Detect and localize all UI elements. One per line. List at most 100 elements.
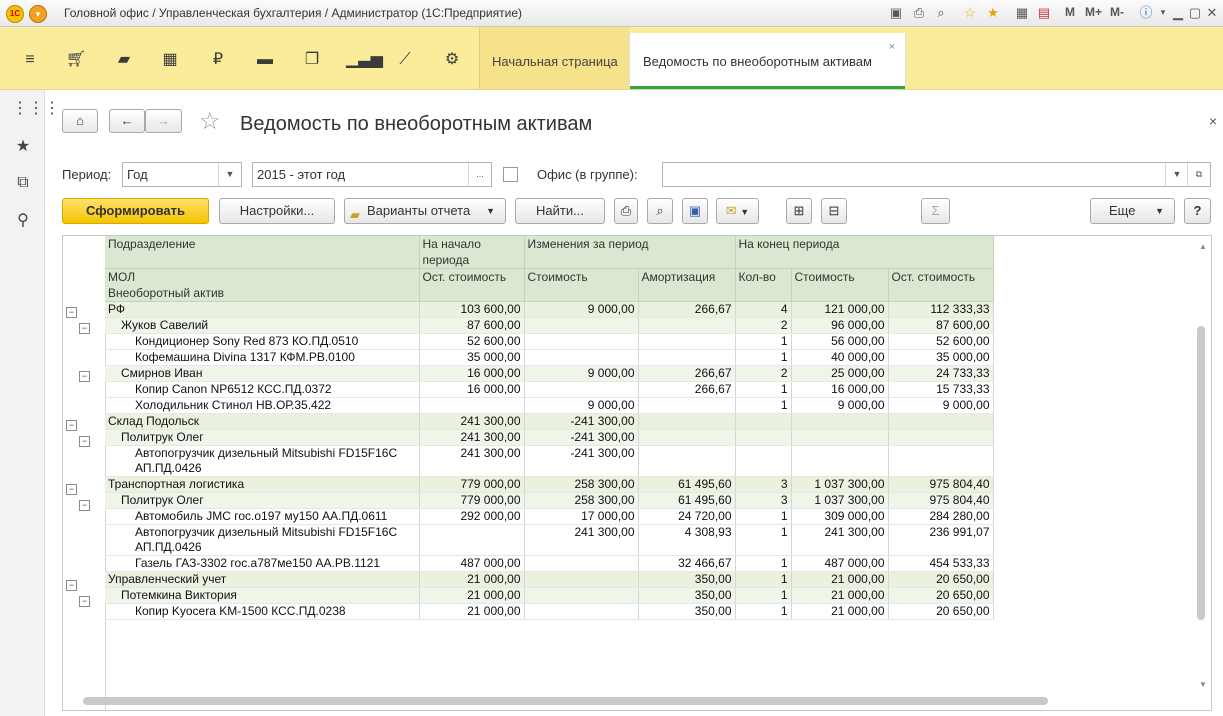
- favorites-add-icon[interactable]: ☆: [962, 4, 978, 21]
- info-dropdown-icon[interactable]: ▾: [1155, 4, 1171, 21]
- row-name: Газель ГАЗ-3302 гос.а787ме150 АА.РВ.1121: [135, 556, 381, 570]
- trend-icon[interactable]: ⟋: [393, 48, 417, 72]
- main-menu-button[interactable]: ▾: [29, 5, 47, 23]
- scroll-up-icon[interactable]: ▲: [1199, 242, 1207, 251]
- table-row[interactable]: Управленческий учет 21 000,00 350,00 1 21 00…: [105, 571, 994, 588]
- expand-groups-button[interactable]: ⊞: [786, 198, 812, 224]
- chart-icon[interactable]: ▁▃▅: [346, 48, 383, 72]
- find-button[interactable]: Найти...: [515, 198, 605, 224]
- table-row[interactable]: Политрук Олег 241 300,00 -241 300,00: [105, 429, 994, 446]
- favorites-icon[interactable]: ★: [985, 4, 1001, 21]
- period-select-button[interactable]: ...: [468, 163, 491, 186]
- collapse-toggle-podolsk[interactable]: −: [66, 420, 77, 431]
- more-button[interactable]: Еще ▼: [1090, 198, 1175, 224]
- table-row[interactable]: РФ 103 600,00 9 000,00 266,67 4 121 000,00 112…: [105, 301, 994, 318]
- office-dropdown-icon[interactable]: ▼: [1165, 163, 1188, 186]
- vertical-scrollbar[interactable]: [1197, 326, 1205, 620]
- period-type-select[interactable]: Год ▼: [122, 162, 242, 187]
- collapse-toggle-smirnov[interactable]: −: [79, 371, 90, 382]
- tab-home-page[interactable]: Начальная страница: [479, 27, 629, 89]
- history-icon[interactable]: ⧉: [12, 174, 34, 196]
- table-row[interactable]: Транспортная логистика 779 000,00 258 300,…: [105, 476, 994, 493]
- office-field[interactable]: ▼ ⧉: [662, 162, 1211, 187]
- cell-qty: 3: [735, 492, 792, 509]
- table-row[interactable]: Кондиционер Sony Red 873 КО.ПД.0510 52 60…: [105, 333, 994, 350]
- favorites-star-icon[interactable]: ★: [12, 136, 34, 158]
- cell-amort: [638, 317, 736, 334]
- row-name: Автопогрузчик дизельный Mitsubishi FD15F…: [135, 525, 398, 539]
- forward-button[interactable]: →: [145, 109, 182, 133]
- cell-cost: 258 300,00: [524, 476, 639, 493]
- table-row[interactable]: Политрук Олег 779 000,00 258 300,00 61 495,…: [105, 492, 994, 509]
- memory-mplus-button[interactable]: M+: [1085, 5, 1102, 19]
- memory-m-button[interactable]: M: [1065, 5, 1075, 19]
- horizontal-scrollbar[interactable]: [83, 697, 1048, 705]
- collapse-toggle-potemkina[interactable]: −: [79, 596, 90, 607]
- info-icon[interactable]: ⓘ: [1138, 4, 1154, 21]
- save-icon[interactable]: ▣: [888, 4, 904, 21]
- report-table[interactable]: − − − − − − − − − Подразделение На начал…: [62, 235, 1212, 711]
- menu-icon[interactable]: ≡: [18, 48, 42, 72]
- calculator-icon[interactable]: ▦: [1014, 4, 1030, 21]
- collapse-groups-button[interactable]: ⊟: [821, 198, 847, 224]
- save-button[interactable]: ▣: [682, 198, 708, 224]
- cell-start: 779 000,00: [419, 476, 525, 493]
- table-row[interactable]: Автомобиль JMC гос.о197 му150 АА.ПД.0611…: [105, 508, 994, 525]
- table-row[interactable]: Жуков Савелий 87 600,00 2 96 000,00 87 600,0…: [105, 317, 994, 334]
- bag-icon[interactable]: ▰: [112, 48, 136, 72]
- money-icon[interactable]: ₽: [206, 48, 230, 72]
- collapse-toggle-zhukov[interactable]: −: [79, 323, 90, 334]
- sum-button[interactable]: Σ: [921, 198, 950, 224]
- scroll-down-icon[interactable]: ▼: [1199, 680, 1207, 689]
- chevron-down-icon[interactable]: ▼: [218, 163, 241, 186]
- print-icon[interactable]: ⎙: [911, 4, 927, 21]
- office-open-icon[interactable]: ⧉: [1187, 163, 1210, 186]
- maximize-icon[interactable]: ▢: [1187, 4, 1203, 21]
- table-row[interactable]: Автопогрузчик дизельный Mitsubishi FD15F…: [105, 445, 994, 477]
- collapse-toggle-rf[interactable]: −: [66, 307, 77, 318]
- calendar-icon[interactable]: ▤: [1036, 4, 1052, 21]
- truck-icon[interactable]: ▬: [253, 48, 277, 72]
- settings-button[interactable]: Настройки...: [219, 198, 335, 224]
- documents-icon[interactable]: ❐: [300, 48, 324, 72]
- expand-icon: ⊞: [793, 203, 805, 218]
- table-row[interactable]: Холодильник Стинол НВ.ОР.35.422 9 000,00 1…: [105, 397, 994, 414]
- collapse-toggle-mgmt[interactable]: −: [66, 580, 77, 591]
- search-icon[interactable]: ⚲: [12, 210, 34, 232]
- table-row[interactable]: Склад Подольск 241 300,00 -241 300,00: [105, 413, 994, 430]
- table-row[interactable]: Копир Canon NP6512 КСС.ПД.0372 16 000,00 2…: [105, 381, 994, 398]
- preview-button[interactable]: ⌕: [647, 198, 673, 224]
- table-row[interactable]: Смирнов Иван 16 000,00 9 000,00 266,67 2 25 0…: [105, 365, 994, 382]
- favorite-star-icon[interactable]: ☆: [199, 107, 221, 136]
- cart-icon[interactable]: 🛒︎: [64, 48, 88, 72]
- collapse-toggle-politruk-1[interactable]: −: [79, 436, 90, 447]
- table-row[interactable]: Автопогрузчик дизельный Mitsubishi FD15F…: [105, 524, 994, 556]
- back-button[interactable]: ←: [109, 109, 145, 133]
- tab-close-icon[interactable]: ×: [889, 41, 895, 53]
- help-button[interactable]: ?: [1184, 198, 1211, 224]
- collapse-toggle-logistics[interactable]: −: [66, 484, 77, 495]
- settings-gear-icon[interactable]: ⚙: [440, 48, 464, 72]
- table-row[interactable]: Потемкина Виктория 21 000,00 350,00 1 21 000…: [105, 587, 994, 604]
- minimize-icon[interactable]: ▁: [1170, 4, 1186, 21]
- cell-end-res: [888, 413, 994, 430]
- warehouse-icon[interactable]: ▦: [158, 48, 182, 72]
- memory-mminus-button[interactable]: M-: [1110, 5, 1124, 19]
- preview-icon[interactable]: ⌕: [933, 4, 949, 21]
- print-button[interactable]: ⎙: [614, 198, 638, 224]
- tab-report[interactable]: Ведомость по внеоборотным активам ×: [629, 33, 906, 89]
- send-mail-button[interactable]: ✉ ▼: [716, 198, 759, 224]
- collapse-toggle-politruk-2[interactable]: −: [79, 500, 90, 511]
- close-window-icon[interactable]: ✕: [1204, 4, 1220, 21]
- generate-button[interactable]: Сформировать: [62, 198, 209, 224]
- table-row[interactable]: Копир Kyocera KM-1500 КСС.ПД.0238 21 000,…: [105, 603, 994, 620]
- office-group-checkbox[interactable]: [503, 167, 518, 182]
- close-form-icon[interactable]: ×: [1209, 113, 1217, 129]
- table-row[interactable]: Кофемашина Divina 1317 КФМ.РВ.0100 35 000…: [105, 349, 994, 366]
- home-button[interactable]: ⌂: [62, 109, 98, 133]
- period-value-field[interactable]: 2015 - этот год ...: [252, 162, 492, 187]
- table-row[interactable]: Газель ГАЗ-3302 гос.а787ме150 АА.РВ.1121…: [105, 555, 994, 572]
- report-variants-button[interactable]: ▰ Варианты отчета ▼: [344, 198, 506, 224]
- 1c-logo-icon[interactable]: 1С: [6, 5, 24, 23]
- apps-grid-icon[interactable]: ⋮⋮⋮: [12, 98, 60, 120]
